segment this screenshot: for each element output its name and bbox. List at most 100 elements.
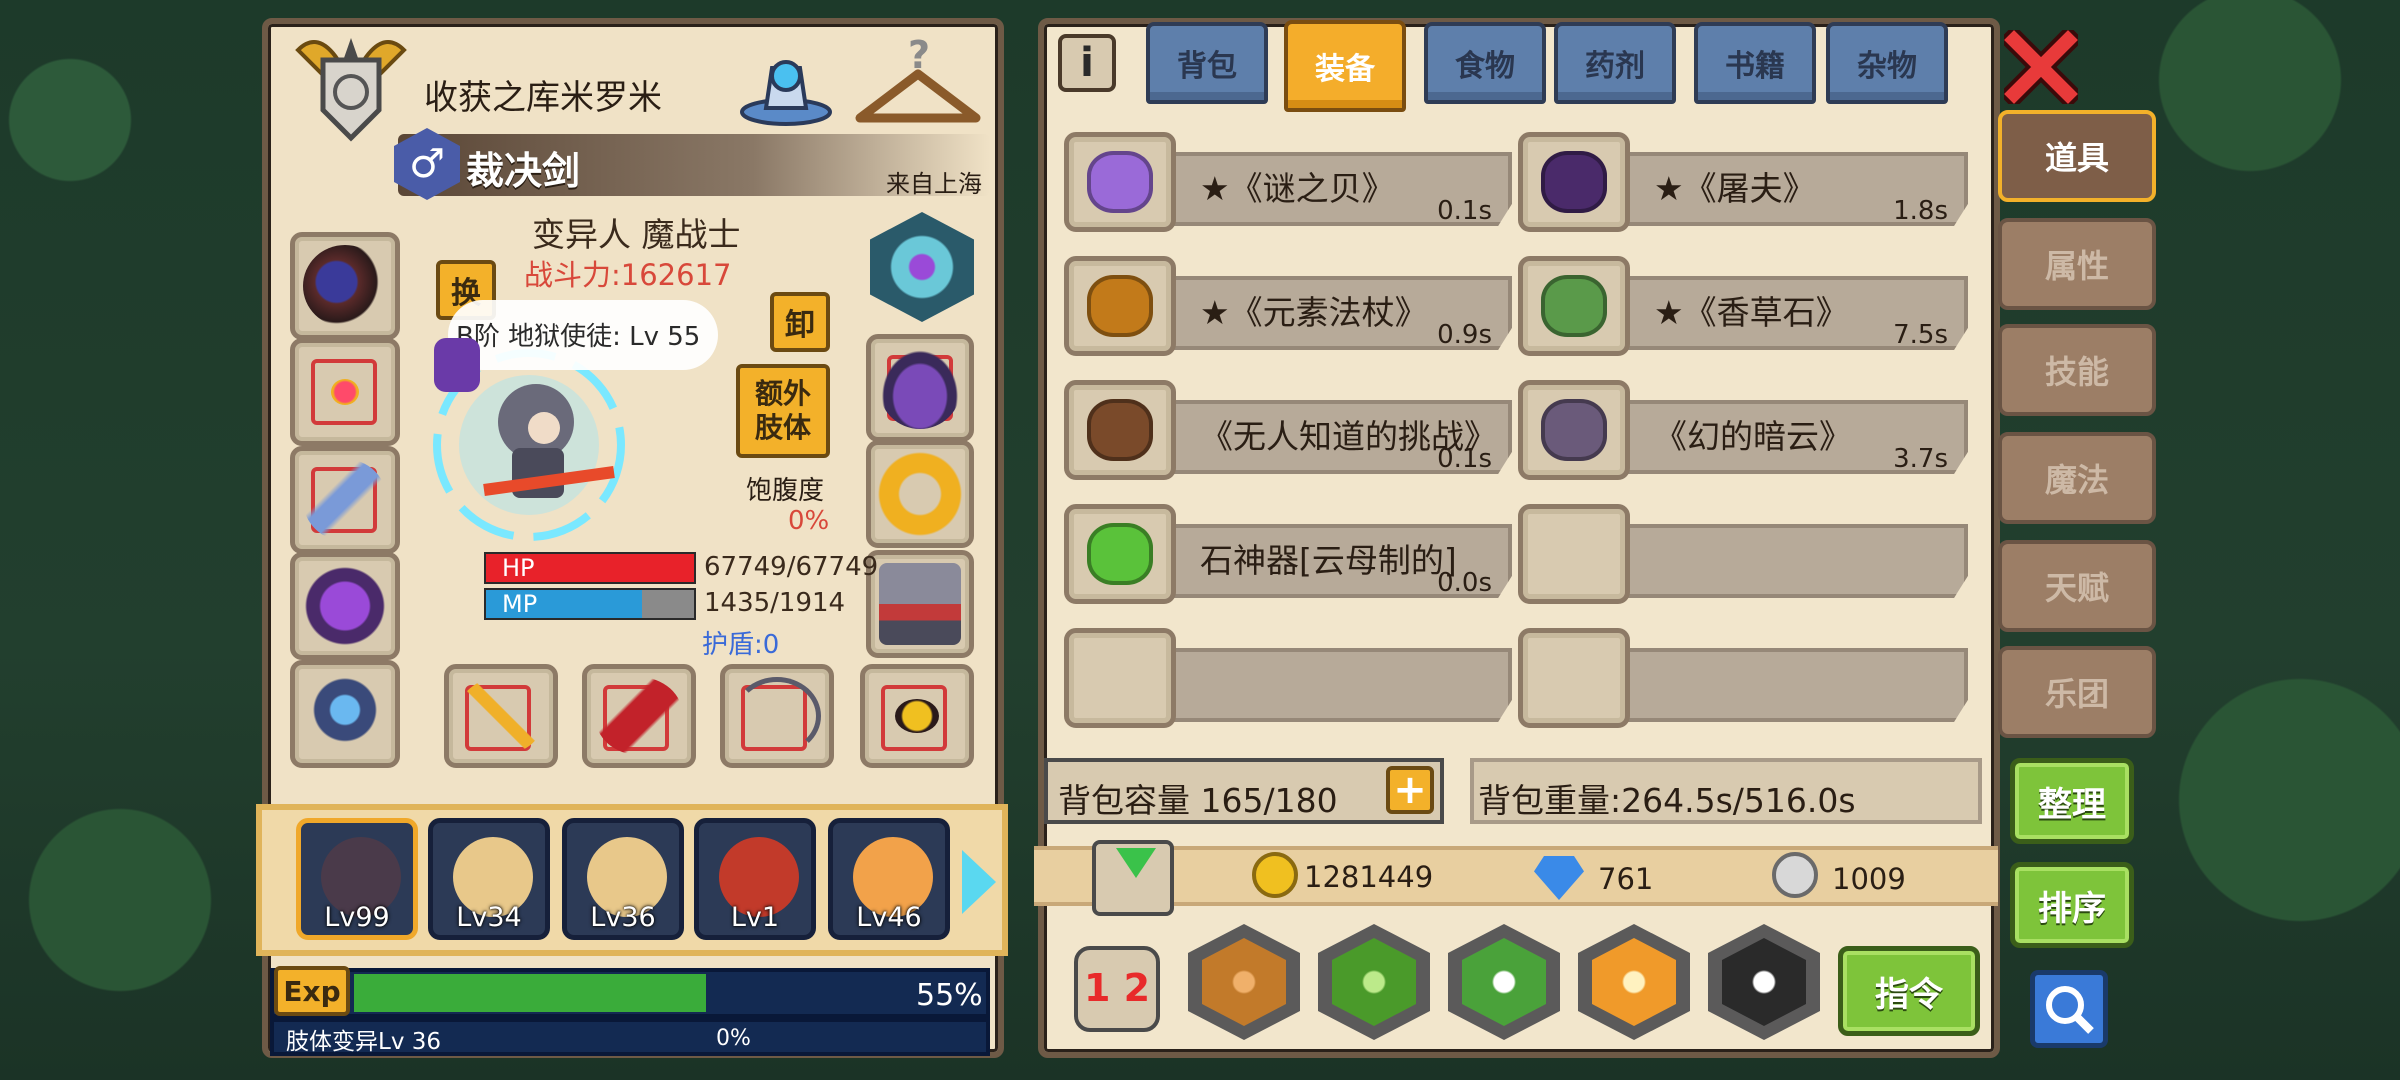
purple-pet-icon	[434, 338, 480, 392]
tab-1[interactable]: 装备	[1284, 20, 1406, 112]
side-tab-0[interactable]: 道具	[1998, 110, 2156, 202]
staff-icon	[1087, 275, 1153, 337]
party-level: Lv34	[456, 902, 522, 933]
hp-bar: HP	[484, 552, 696, 584]
inventory-item-row[interactable]: ★《屠夫》 1.8s	[1518, 132, 1968, 232]
item-slot[interactable]	[1518, 628, 1630, 728]
party-member-2[interactable]: Lv36	[562, 818, 684, 940]
gold-amount: 1281449	[1304, 860, 1434, 894]
crystal-pedestal-icon[interactable]	[738, 34, 834, 130]
guild-name: 收获之库米罗米	[424, 78, 662, 118]
gauntlet-icon	[879, 347, 961, 429]
guild-emblem-icon[interactable]	[288, 30, 414, 142]
side-tab-3[interactable]: 魔法	[1998, 432, 2156, 524]
item-weight: 1.8s	[1893, 196, 1948, 226]
tab-5[interactable]: 杂物	[1826, 22, 1948, 104]
side-tab-1[interactable]: 属性	[1998, 218, 2156, 310]
party-level: Lv36	[590, 902, 656, 933]
equip-slot-boots[interactable]	[866, 550, 974, 658]
item-name: ★《屠夫》	[1654, 169, 1816, 208]
inventory-item-row[interactable]: ★《香草石》 7.5s	[1518, 256, 1968, 356]
inventory-item-row[interactable]: 《无人知道的挑战》 0.1s	[1064, 380, 1512, 480]
bow-icon	[733, 677, 821, 755]
item-weight: 0.1s	[1437, 196, 1492, 226]
item-weight: 0.1s	[1437, 444, 1492, 474]
order-button[interactable]: 排序	[2010, 862, 2134, 948]
crossbow-icon	[1087, 399, 1153, 461]
item-slot[interactable]	[1064, 504, 1176, 604]
item-slot[interactable]	[1064, 256, 1176, 356]
equip-slot-amulet[interactable]	[290, 338, 400, 446]
extra-limb-label: 额外 肢体	[754, 377, 811, 444]
equip-slot-ring-right[interactable]	[866, 440, 974, 548]
tab-0[interactable]: 背包	[1146, 22, 1268, 104]
equip-slot-shield[interactable]	[870, 212, 974, 322]
equip-slot-head[interactable]	[290, 232, 400, 340]
mp-value: 1435/1914	[704, 588, 846, 618]
mp-label: MP	[502, 590, 538, 618]
side-tab-4[interactable]: 天赋	[1998, 540, 2156, 632]
gold-ring-icon	[877, 451, 963, 537]
item-name: ★《元素法杖》	[1200, 293, 1428, 332]
extra-limb-button[interactable]: 额外 肢体	[736, 364, 830, 458]
tab-3[interactable]: 药剂	[1554, 22, 1676, 104]
tab-2[interactable]: 食物	[1424, 22, 1546, 104]
party-member-4[interactable]: Lv46	[828, 818, 950, 940]
page-toggle-button[interactable]: 1 2	[1074, 946, 1160, 1032]
search-button[interactable]	[2030, 970, 2108, 1048]
equip-slot-weapon-off[interactable]	[582, 664, 696, 768]
item-weight: 7.5s	[1893, 320, 1948, 350]
inventory-item-row[interactable]: ★《元素法杖》 0.9s	[1064, 256, 1512, 356]
item-slot[interactable]	[1064, 628, 1176, 728]
hanger-help-icon[interactable]: ?	[850, 33, 986, 130]
equip-slot-armor[interactable]	[290, 552, 400, 660]
party-member-0[interactable]: Lv99	[296, 818, 418, 940]
side-tab-2[interactable]: 技能	[1998, 324, 2156, 416]
amulet-icon	[331, 379, 359, 405]
weight-text: 背包重量:264.5s/516.0s	[1478, 781, 1856, 820]
inventory-item-row[interactable]	[1064, 628, 1512, 728]
equip-slot-gloves[interactable]	[866, 334, 974, 442]
equip-slot-accessory[interactable]	[860, 664, 974, 768]
party-next-arrow-icon[interactable]	[962, 850, 996, 914]
deposit-button[interactable]	[1092, 840, 1174, 916]
inventory-item-row[interactable]	[1518, 504, 1968, 604]
party-member-1[interactable]: Lv34	[428, 818, 550, 940]
item-slot[interactable]	[1518, 504, 1630, 604]
item-bar	[1164, 648, 1512, 722]
expand-capacity-button[interactable]: +	[1386, 766, 1434, 814]
item-slot[interactable]	[1064, 380, 1176, 480]
search-icon	[2046, 986, 2094, 1034]
blue-ring-icon	[303, 673, 387, 755]
equip-slot-cape[interactable]	[290, 446, 400, 554]
item-slot[interactable]	[1064, 132, 1176, 232]
origin-text: 来自上海	[886, 170, 982, 198]
gem-icon	[1087, 523, 1153, 585]
armor-icon	[303, 565, 387, 647]
unequip-button[interactable]: 卸	[770, 292, 830, 352]
info-button[interactable]: i	[1058, 34, 1116, 92]
item-bar	[1618, 648, 1968, 722]
command-button[interactable]: 指令	[1838, 946, 1980, 1036]
party-member-3[interactable]: Lv1	[694, 818, 816, 940]
item-slot[interactable]	[1518, 256, 1630, 356]
hp-value: 67749/67749	[704, 552, 879, 582]
hp-label: HP	[502, 554, 535, 582]
satiety-label: 饱腹度	[746, 476, 825, 506]
item-slot[interactable]	[1518, 132, 1630, 232]
inventory-item-row[interactable]	[1518, 628, 1968, 728]
close-icon[interactable]	[1998, 24, 2084, 110]
inventory-item-row[interactable]: 《幻的暗云》 3.7s	[1518, 380, 1968, 480]
silver-coin-icon	[1772, 852, 1818, 898]
equip-slot-weapon-main[interactable]	[444, 664, 558, 768]
inventory-item-row[interactable]: ★《谜之贝》 0.1s	[1064, 132, 1512, 232]
sort-button[interactable]: 整理	[2010, 758, 2134, 844]
inventory-item-row[interactable]: 石神器[云母制的] 0.0s	[1064, 504, 1512, 604]
side-tab-5[interactable]: 乐团	[1998, 646, 2156, 738]
tab-4[interactable]: 书籍	[1694, 22, 1816, 104]
equip-slot-bow[interactable]	[720, 664, 834, 768]
item-slot[interactable]	[1518, 380, 1630, 480]
satiety-value: 0%	[788, 506, 830, 536]
party-level: Lv99	[324, 902, 390, 933]
equip-slot-ring-left[interactable]	[290, 660, 400, 768]
